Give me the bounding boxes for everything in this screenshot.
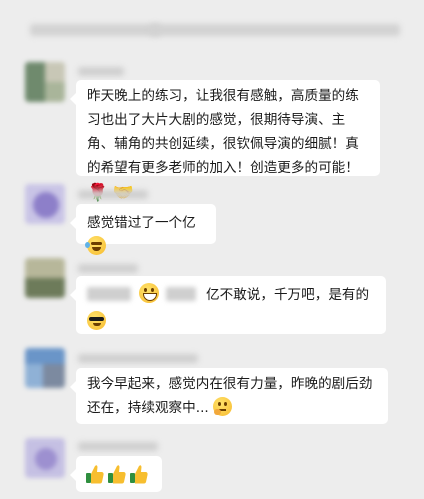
sunglasses-face-icon [87, 311, 106, 330]
laughing-crying-face-icon [85, 236, 106, 255]
sender-name [78, 354, 198, 363]
thumbs-up-icon [129, 463, 149, 485]
message-bubble[interactable]: 我今早起来，感觉内在很有力量，昨晚的剧后劲还在，持续观察中... [70, 368, 388, 424]
message-text: 昨天晚上的练习，让我很有感触，高质量的练习也出了大片大剧的感觉，很期待导演、主角… [87, 88, 359, 176]
sender-name [78, 264, 138, 273]
thumbs-up-icon [107, 463, 127, 485]
avatar[interactable] [25, 184, 65, 224]
message-bubble[interactable]: 昨天晚上的练习，让我很有感触，高质量的练习也出了大片大剧的感觉，很期待导演、主角… [70, 80, 380, 203]
thinking-face-icon [213, 397, 233, 416]
message-bubble[interactable]: 亿不敢说，千万吧，是有的 [70, 276, 386, 334]
blurred-header-text [30, 24, 160, 36]
message-text: 感觉错过了一个亿 [87, 215, 196, 231]
avatar[interactable] [25, 438, 65, 478]
blurred-header-text [150, 24, 400, 36]
grinning-face-icon [139, 283, 160, 303]
thumbs-up-icon [85, 463, 105, 485]
avatar[interactable] [25, 348, 65, 388]
redacted-text [87, 287, 131, 301]
sender-name [78, 442, 158, 451]
message-bubble[interactable]: 感觉错过了一个亿 [70, 204, 216, 255]
sender-name [78, 67, 124, 76]
avatar[interactable] [25, 62, 65, 102]
avatar[interactable] [25, 258, 65, 298]
sender-name [78, 190, 148, 199]
redacted-text [165, 287, 196, 301]
message-text: 亿不敢说，千万吧，是有的 [205, 287, 370, 303]
message-bubble[interactable] [70, 456, 162, 492]
